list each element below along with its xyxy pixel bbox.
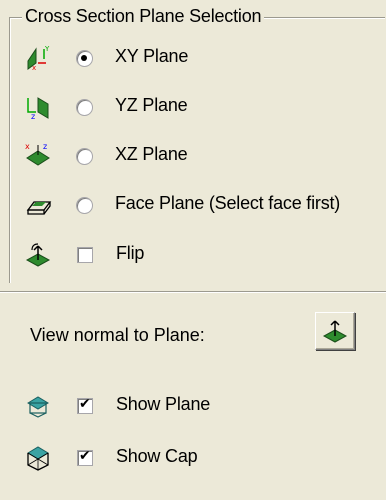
yz-plane-radio[interactable] (76, 99, 93, 116)
xz-plane-label: XZ Plane (115, 144, 188, 164)
show-cap-checkbox[interactable] (77, 448, 93, 466)
flip-icon (25, 243, 51, 267)
face-plane-label: Face Plane (Select face first) (115, 193, 341, 213)
svg-text:z: z (31, 112, 35, 120)
show-plane-icon (27, 396, 49, 418)
view-normal-button[interactable] (315, 312, 355, 350)
section-divider (0, 291, 386, 293)
xy-plane-icon: Y x (27, 45, 50, 71)
view-normal-label: View normal to Plane: (30, 325, 205, 345)
xy-plane-radio[interactable] (76, 50, 93, 67)
xy-plane-label: XY Plane (115, 46, 189, 66)
yz-plane-icon: z (27, 97, 49, 120)
svg-text:Y: Y (44, 45, 50, 53)
cross-section-panel: Cross Section Plane Selection Y x XY Pla… (0, 0, 386, 500)
svg-text:x: x (25, 142, 30, 151)
show-plane-label: Show Plane (116, 394, 211, 414)
flip-label: Flip (116, 243, 145, 263)
face-plane-radio[interactable] (76, 197, 93, 214)
show-cap-label: Show Cap (116, 446, 198, 466)
svg-text:x: x (32, 64, 36, 71)
xz-plane-icon: x z (25, 142, 50, 166)
svg-text:z: z (43, 142, 47, 151)
xz-plane-radio[interactable] (76, 148, 93, 165)
plane-selection-group (9, 17, 385, 283)
face-plane-icon (26, 201, 52, 215)
yz-plane-label: YZ Plane (115, 95, 188, 115)
group-title: Cross Section Plane Selection (22, 6, 265, 27)
view-normal-icon (322, 320, 348, 343)
show-cap-icon (27, 446, 49, 471)
flip-checkbox[interactable] (77, 247, 93, 263)
show-plane-checkbox[interactable] (77, 396, 93, 414)
